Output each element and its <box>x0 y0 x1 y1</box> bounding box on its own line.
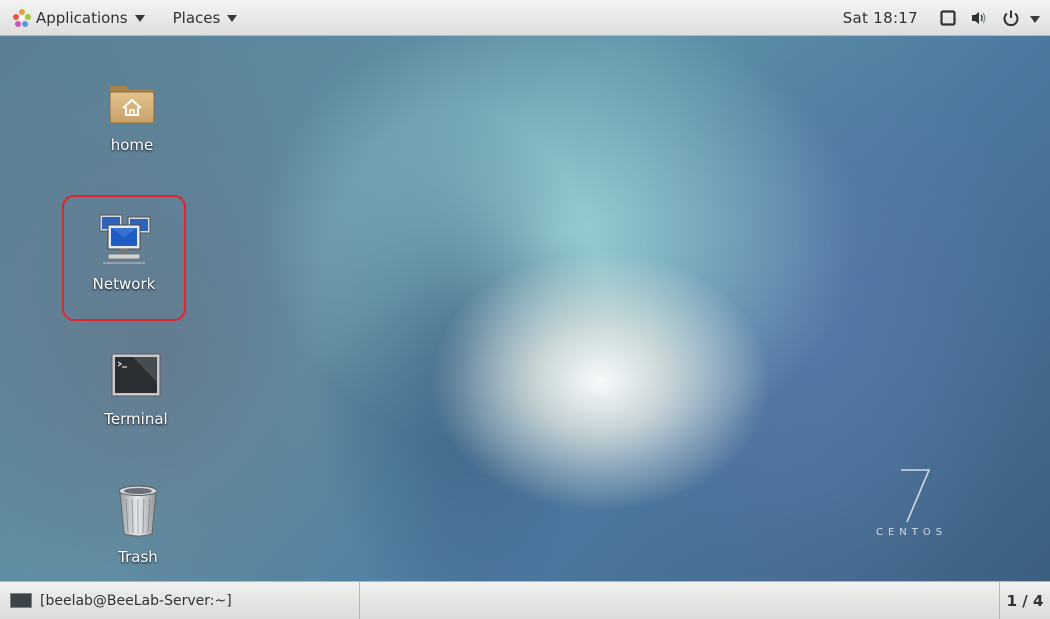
taskbar-window-label: [beelab@BeeLab-Server:~] <box>40 592 232 609</box>
desktop-icon-terminal[interactable]: Terminal <box>76 352 196 428</box>
applications-menu[interactable]: Applications <box>0 0 151 35</box>
desktop-icon-network[interactable]: Network <box>64 211 184 293</box>
applications-label: Applications <box>36 8 128 27</box>
desktop-icon-trash[interactable]: Trash <box>78 484 198 566</box>
terminal-icon <box>111 353 161 397</box>
workspace-indicator: 1 / 4 <box>1006 591 1044 610</box>
workspace-switcher[interactable]: 1 / 4 <box>999 582 1050 619</box>
taskbar-window-button[interactable]: [beelab@BeeLab-Server:~] <box>0 582 360 619</box>
bottom-panel: [beelab@BeeLab-Server:~] 1 / 4 <box>0 581 1050 619</box>
desktop[interactable]: home Network Terminal Trash CENTOS <box>0 36 1050 581</box>
volume-icon[interactable] <box>970 10 988 26</box>
home-folder-icon <box>109 86 155 124</box>
places-menu[interactable]: Places <box>163 0 244 35</box>
centos-logo-word: CENTOS <box>876 527 948 538</box>
panel-status-area: Sat 18:17 <box>843 0 1050 36</box>
desktop-icon-label: Network <box>92 275 156 293</box>
chevron-down-icon <box>227 15 238 22</box>
desktop-icon-label: Trash <box>118 548 158 566</box>
desktop-icon-label: Terminal <box>104 410 168 428</box>
clock[interactable]: Sat 18:17 <box>843 9 918 27</box>
terminal-window-icon <box>10 593 32 608</box>
desktop-icon-home[interactable]: home <box>72 78 192 154</box>
top-panel: Applications Places Sat 18:17 <box>0 0 1050 36</box>
places-label: Places <box>172 8 221 27</box>
centos-logo-seven <box>901 469 931 523</box>
desktop-icon-label: home <box>110 136 154 154</box>
trash-icon <box>118 485 158 537</box>
network-icon <box>99 214 151 264</box>
power-icon[interactable] <box>1002 9 1020 27</box>
chevron-down-icon[interactable] <box>1030 15 1040 23</box>
screen-icon[interactable] <box>940 10 956 26</box>
applications-logo-icon <box>12 8 32 28</box>
chevron-down-icon <box>134 15 145 22</box>
